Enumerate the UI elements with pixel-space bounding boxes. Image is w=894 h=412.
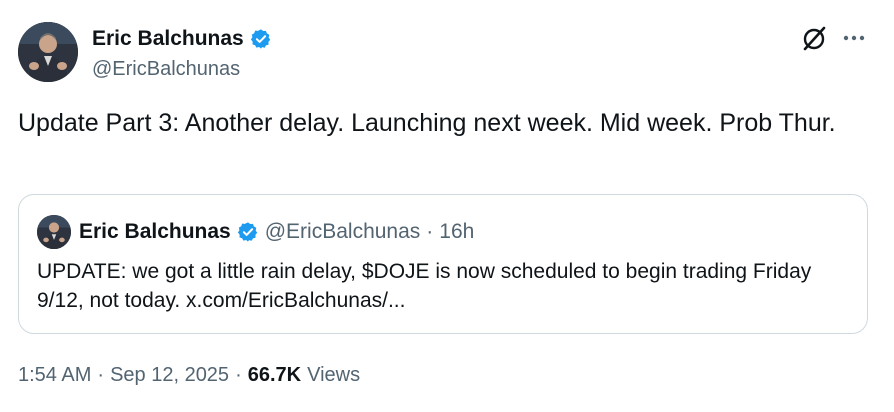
- verified-badge-icon[interactable]: [250, 28, 272, 50]
- author-avatar[interactable]: [18, 22, 78, 82]
- verified-badge-icon: [237, 221, 259, 243]
- tweet-time[interactable]: 1:54 AM: [18, 362, 91, 388]
- author-handle[interactable]: @EricBalchunas: [92, 56, 240, 82]
- tweet-date[interactable]: Sep 12, 2025: [110, 362, 229, 388]
- separator-dot: ·: [97, 364, 105, 386]
- quoted-author-name[interactable]: Eric Balchunas: [79, 219, 231, 245]
- tweet-text: Update Part 3: Another delay. Launching …: [18, 109, 836, 137]
- author-display-name[interactable]: Eric Balchunas: [92, 26, 244, 52]
- quoted-tweet-card[interactable]: Eric Balchunas @EricBalchunas · 16h UPDA…: [18, 194, 868, 334]
- views-label: Views: [307, 364, 361, 386]
- quoted-tweet-text: UPDATE: we got a little rain delay, $DOJ…: [37, 260, 812, 312]
- author-name-row[interactable]: Eric Balchunas: [92, 26, 272, 52]
- quoted-tweet-time[interactable]: 16h: [439, 219, 474, 245]
- more-icon[interactable]: [842, 24, 866, 52]
- views-count: 66.7K: [247, 364, 302, 386]
- quoted-author-avatar[interactable]: [37, 215, 71, 249]
- tweet-meta: 1:54 AM · Sep 12, 2025 · 66.7K Views: [18, 362, 360, 388]
- quoted-author-handle[interactable]: @EricBalchunas: [265, 219, 421, 245]
- separator-dot: ·: [426, 220, 434, 243]
- quoted-tweet-header: Eric Balchunas @EricBalchunas · 16h: [79, 219, 474, 245]
- grok-icon[interactable]: [800, 24, 828, 52]
- separator-dot: ·: [235, 364, 242, 386]
